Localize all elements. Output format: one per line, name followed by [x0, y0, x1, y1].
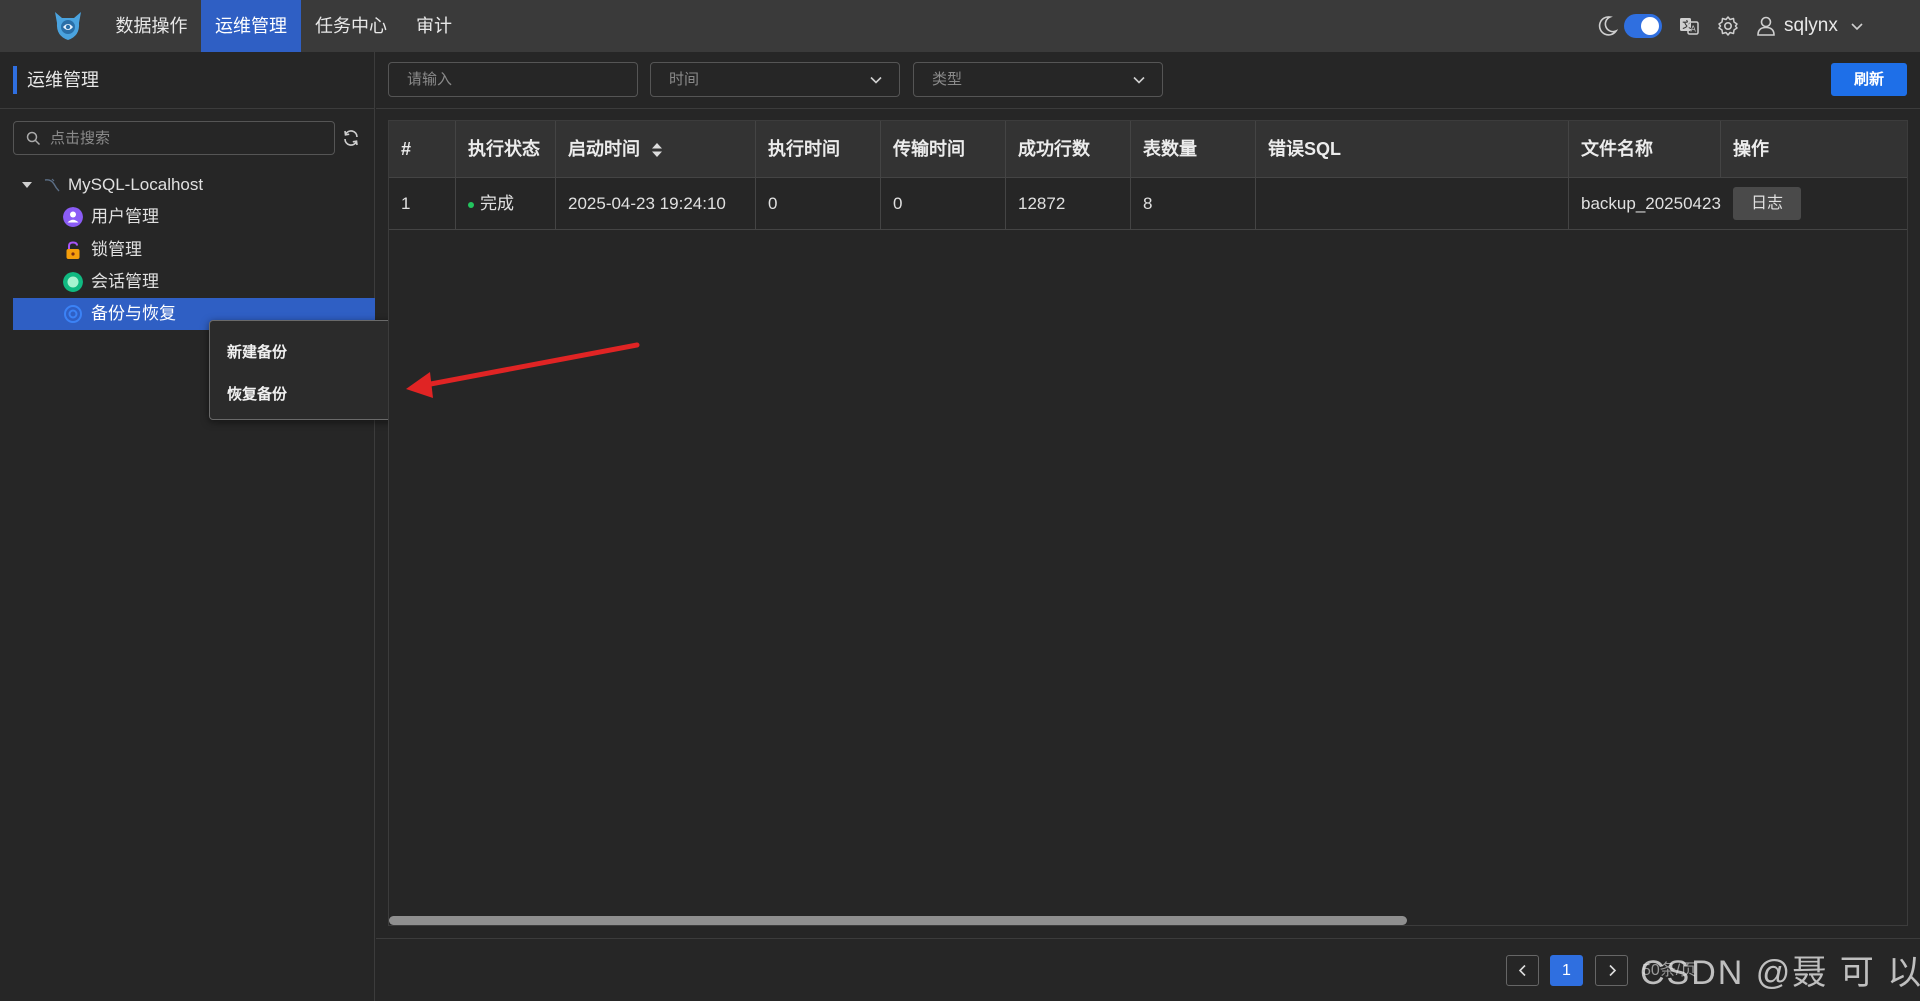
column-header-error-sql: 错误SQL	[1256, 121, 1569, 178]
type-select-placeholder: 类型	[932, 71, 963, 88]
menu-item-restore-backup[interactable]: 恢复备份	[227, 383, 287, 404]
svg-text:A: A	[1691, 25, 1697, 34]
menu-item-new-backup[interactable]: 新建备份	[227, 341, 287, 362]
sidebar-item-label: 备份与恢复	[91, 304, 176, 323]
connection-name: MySQL-Localhost	[68, 175, 204, 194]
status-text: 完成	[480, 194, 514, 213]
time-select-placeholder: 时间	[669, 71, 700, 88]
chevron-down-icon	[1133, 76, 1145, 84]
keyword-input[interactable]	[407, 63, 607, 96]
sidebar-item-label: 锁管理	[91, 240, 142, 259]
ops-sidebar: 运维管理 MySQL-Localhost 用户管理	[0, 52, 375, 1001]
cell-table-count: 8	[1131, 178, 1256, 230]
column-header-index: #	[389, 121, 456, 178]
pagination-divider	[376, 938, 1920, 939]
sidebar-title: 运维管理	[13, 66, 99, 94]
next-page-button[interactable]	[1595, 955, 1628, 986]
cell-exec-time: 0	[756, 178, 881, 230]
column-header-status: 执行状态	[456, 121, 556, 178]
column-header-exec-time: 执行时间	[756, 121, 881, 178]
column-header-actions: 操作	[1733, 139, 1769, 159]
prev-page-button[interactable]	[1506, 955, 1539, 986]
cell-start-time: 2025-04-23 19:24:10	[556, 178, 756, 230]
settings-gear-icon[interactable]	[1717, 15, 1739, 37]
csdn-watermark: CSDN @聂 可 以	[1640, 954, 1920, 992]
time-select[interactable]: 时间	[650, 62, 900, 97]
cell-status: 完成	[456, 178, 556, 230]
translate-icon[interactable]: 文 A	[1678, 15, 1700, 37]
sidebar-search-input[interactable]	[50, 122, 330, 154]
column-header-transfer-time: 传输时间	[881, 121, 1006, 178]
backup-history-table: # 执行状态 启动时间 执行时间 传输时间 成功行数 表数量 错误SQL 文件名…	[388, 120, 1908, 926]
sidebar-item-label: 用户管理	[91, 207, 159, 226]
chevron-down-icon	[870, 76, 882, 84]
user-admin-icon	[63, 207, 83, 227]
chevron-left-icon	[1518, 964, 1526, 977]
status-ok-dot	[468, 201, 474, 208]
table-row[interactable]: 1 完成 2025-04-23 19:24:10 0 0 12872 8 bac…	[389, 178, 1907, 230]
cell-file-name: backup_20250423	[1581, 194, 1721, 213]
sidebar-item-lock-management[interactable]: 锁管理	[13, 234, 375, 266]
top-navigation-bar: 数据操作 运维管理 任务中心 审计 文 A sqlynx	[0, 0, 1920, 52]
view-log-button[interactable]: 日志	[1733, 187, 1801, 220]
sidebar-item-user-management[interactable]: 用户管理	[13, 201, 375, 233]
lock-icon	[66, 241, 80, 259]
user-icon[interactable]	[1756, 15, 1776, 37]
backup-icon	[64, 305, 82, 323]
refresh-tree-icon[interactable]	[342, 129, 360, 147]
dark-mode-toggle[interactable]	[1624, 14, 1662, 38]
filter-divider	[376, 108, 1920, 109]
table-header: # 执行状态 启动时间 执行时间 传输时间 成功行数 表数量 错误SQL 文件名…	[389, 121, 1907, 178]
sidebar-item-session-management[interactable]: 会话管理	[13, 266, 375, 298]
user-menu-chevron-down-icon[interactable]	[1850, 22, 1864, 32]
horizontal-scrollbar[interactable]	[389, 916, 1407, 925]
caret-down-icon[interactable]	[21, 181, 33, 189]
column-header-label: 启动时间	[568, 139, 640, 159]
keyword-filter[interactable]	[388, 62, 638, 97]
cell-error-sql	[1256, 178, 1569, 230]
cell-index: 1	[389, 178, 456, 230]
column-header-file-name: 文件名称	[1569, 121, 1721, 178]
nav-data-operations[interactable]: 数据操作	[100, 0, 203, 52]
search-icon	[26, 131, 41, 146]
session-icon	[63, 272, 83, 292]
column-header-success-rows: 成功行数	[1006, 121, 1131, 178]
app-logo-icon[interactable]	[52, 9, 84, 43]
nav-ops-management[interactable]: 运维管理	[201, 0, 301, 52]
sidebar-item-label: 会话管理	[91, 272, 159, 291]
sidebar-search-box[interactable]	[13, 121, 335, 155]
chevron-right-icon	[1608, 964, 1616, 977]
cell-success-rows: 12872	[1006, 178, 1131, 230]
nav-audit[interactable]: 审计	[400, 0, 468, 52]
column-header-table-count: 表数量	[1131, 121, 1256, 178]
tree-node-connection[interactable]: MySQL-Localhost	[13, 169, 375, 201]
column-header-start-time[interactable]: 启动时间	[556, 121, 756, 178]
refresh-button[interactable]: 刷新	[1831, 63, 1907, 96]
mysql-dolphin-icon	[44, 178, 60, 192]
username-label[interactable]: sqlynx	[1784, 0, 1838, 52]
cell-transfer-time: 0	[881, 178, 1006, 230]
type-select[interactable]: 类型	[913, 62, 1163, 97]
sidebar-divider	[0, 108, 375, 109]
sort-icon[interactable]	[651, 142, 663, 158]
page-button-current[interactable]: 1	[1550, 955, 1583, 986]
nav-task-center[interactable]: 任务中心	[302, 0, 400, 52]
moon-icon	[1598, 16, 1618, 36]
